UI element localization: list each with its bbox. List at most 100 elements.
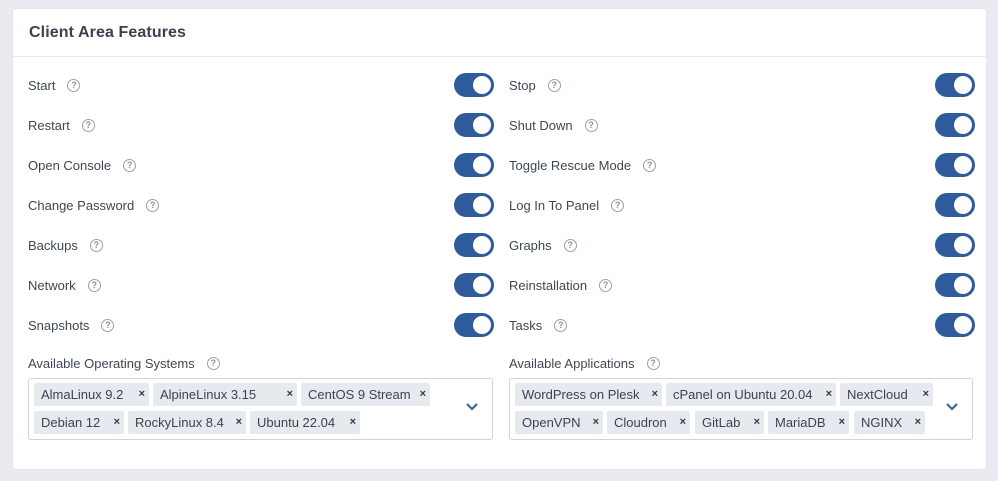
change-password-toggle[interactable] (454, 193, 494, 217)
network-toggle[interactable] (454, 273, 494, 297)
card-header: Client Area Features (13, 9, 986, 57)
help-circle-icon[interactable]: ? (611, 198, 625, 212)
tag-label: NextCloud (847, 387, 908, 402)
help-circle-icon[interactable]: ? (584, 118, 598, 132)
remove-x-icon[interactable]: × (236, 416, 242, 428)
feature-row-network: Network ? (28, 265, 494, 305)
help-circle-icon[interactable]: ? (547, 78, 561, 92)
help-circle-icon[interactable]: ? (599, 278, 613, 292)
apps-field-label: Available Applications ? (509, 353, 660, 373)
remove-x-icon[interactable]: × (839, 416, 845, 428)
feature-row-toggle-rescue-mode: Toggle Rescue Mode ? (509, 145, 975, 185)
feature-label: Log In To Panel (509, 197, 600, 213)
tag-label: NGINX (861, 415, 903, 430)
os-field-label: Available Operating Systems ? (28, 353, 220, 373)
feature-row-graphs: Graphs ? (509, 225, 975, 265)
tag-label: RockyLinux 8.4 (135, 415, 224, 430)
toggle-knob (473, 236, 491, 254)
graphs-toggle[interactable] (935, 233, 975, 257)
remove-x-icon[interactable]: × (652, 388, 658, 400)
os-multiselect[interactable]: AlmaLinux 9.2 × AlpineLinux 3.15 × CentO… (28, 378, 493, 440)
help-circle-icon[interactable]: ? (87, 278, 101, 292)
feature-row-shut-down: Shut Down ? (509, 105, 975, 145)
tag-label: cPanel on Ubuntu 20.04 (673, 387, 813, 402)
remove-x-icon[interactable]: × (420, 388, 426, 400)
os-tag: Ubuntu 22.04 × (250, 411, 360, 434)
help-circle-icon[interactable]: ? (563, 238, 577, 252)
remove-x-icon[interactable]: × (350, 416, 356, 428)
feature-label: Network (28, 277, 76, 293)
feature-label: Reinstallation (509, 277, 588, 293)
shut-down-toggle[interactable] (935, 113, 975, 137)
apps-multiselect[interactable]: WordPress on Plesk × cPanel on Ubuntu 20… (509, 378, 973, 440)
tag-label: WordPress on Plesk (522, 387, 640, 402)
feature-label: Change Password (28, 197, 135, 213)
feature-label: Open Console (28, 157, 112, 173)
toggle-rescue-mode-toggle[interactable] (935, 153, 975, 177)
app-tag: WordPress on Plesk × (515, 383, 662, 406)
os-tag: Debian 12 × (34, 411, 124, 434)
help-circle-icon[interactable]: ? (67, 78, 81, 92)
chevron-down-icon[interactable] (946, 403, 958, 411)
remove-x-icon[interactable]: × (923, 388, 929, 400)
tag-label: MariaDB (775, 415, 826, 430)
backups-toggle[interactable] (454, 233, 494, 257)
remove-x-icon[interactable]: × (754, 416, 760, 428)
app-tag: GitLab × (695, 411, 764, 434)
tasks-toggle[interactable] (935, 313, 975, 337)
tag-label: Ubuntu 22.04 (257, 415, 336, 430)
toggle-knob (954, 116, 972, 134)
feature-label: Restart (28, 117, 70, 133)
open-console-toggle[interactable] (454, 153, 494, 177)
log-in-to-panel-toggle[interactable] (935, 193, 975, 217)
feature-row-restart: Restart ? (28, 105, 494, 145)
remove-x-icon[interactable]: × (915, 416, 921, 428)
feature-label: Backups (28, 237, 78, 253)
card-title: Client Area Features (29, 23, 187, 41)
toggle-knob (473, 76, 491, 94)
remove-x-icon[interactable]: × (114, 416, 120, 428)
feature-label: Tasks (509, 317, 543, 333)
remove-x-icon[interactable]: × (680, 416, 686, 428)
toggle-knob (954, 76, 972, 94)
snapshots-toggle[interactable] (454, 313, 494, 337)
help-circle-icon[interactable]: ? (146, 198, 160, 212)
feature-label: Toggle Rescue Mode (509, 157, 632, 173)
reinstallation-toggle[interactable] (935, 273, 975, 297)
remove-x-icon[interactable]: × (593, 416, 599, 428)
tag-label: OpenVPN (522, 415, 581, 430)
toggle-knob (473, 316, 491, 334)
feature-label: Shut Down (509, 117, 573, 133)
stop-toggle[interactable] (935, 73, 975, 97)
help-circle-icon[interactable]: ? (554, 318, 568, 332)
os-tag: CentOS 9 Stream × (301, 383, 430, 406)
help-circle-icon[interactable]: ? (89, 238, 103, 252)
help-circle-icon[interactable]: ? (123, 158, 137, 172)
app-tag: Cloudron × (607, 411, 690, 434)
feature-row-reinstallation: Reinstallation ? (509, 265, 975, 305)
remove-x-icon[interactable]: × (826, 388, 832, 400)
app-tag: cPanel on Ubuntu 20.04 × (666, 383, 836, 406)
toggle-knob (954, 276, 972, 294)
start-toggle[interactable] (454, 73, 494, 97)
toggle-knob (473, 116, 491, 134)
os-tag: AlpineLinux 3.15 × (153, 383, 297, 406)
remove-x-icon[interactable]: × (287, 388, 293, 400)
toggle-knob (473, 156, 491, 174)
feature-label: Graphs (509, 237, 552, 253)
feature-row-start: Start ? (28, 65, 494, 105)
help-circle-icon[interactable]: ? (646, 356, 660, 370)
help-circle-icon[interactable]: ? (206, 356, 220, 370)
tag-label: Debian 12 (41, 415, 101, 430)
chevron-down-icon[interactable] (466, 403, 478, 411)
restart-toggle[interactable] (454, 113, 494, 137)
feature-row-open-console: Open Console ? (28, 145, 494, 185)
app-tag: NGINX × (854, 411, 925, 434)
help-circle-icon[interactable]: ? (643, 158, 657, 172)
toggle-knob (954, 236, 972, 254)
feature-label: Start (28, 77, 56, 93)
tag-label: CentOS 9 Stream (308, 387, 411, 402)
help-circle-icon[interactable]: ? (101, 318, 115, 332)
remove-x-icon[interactable]: × (139, 388, 145, 400)
help-circle-icon[interactable]: ? (81, 118, 95, 132)
